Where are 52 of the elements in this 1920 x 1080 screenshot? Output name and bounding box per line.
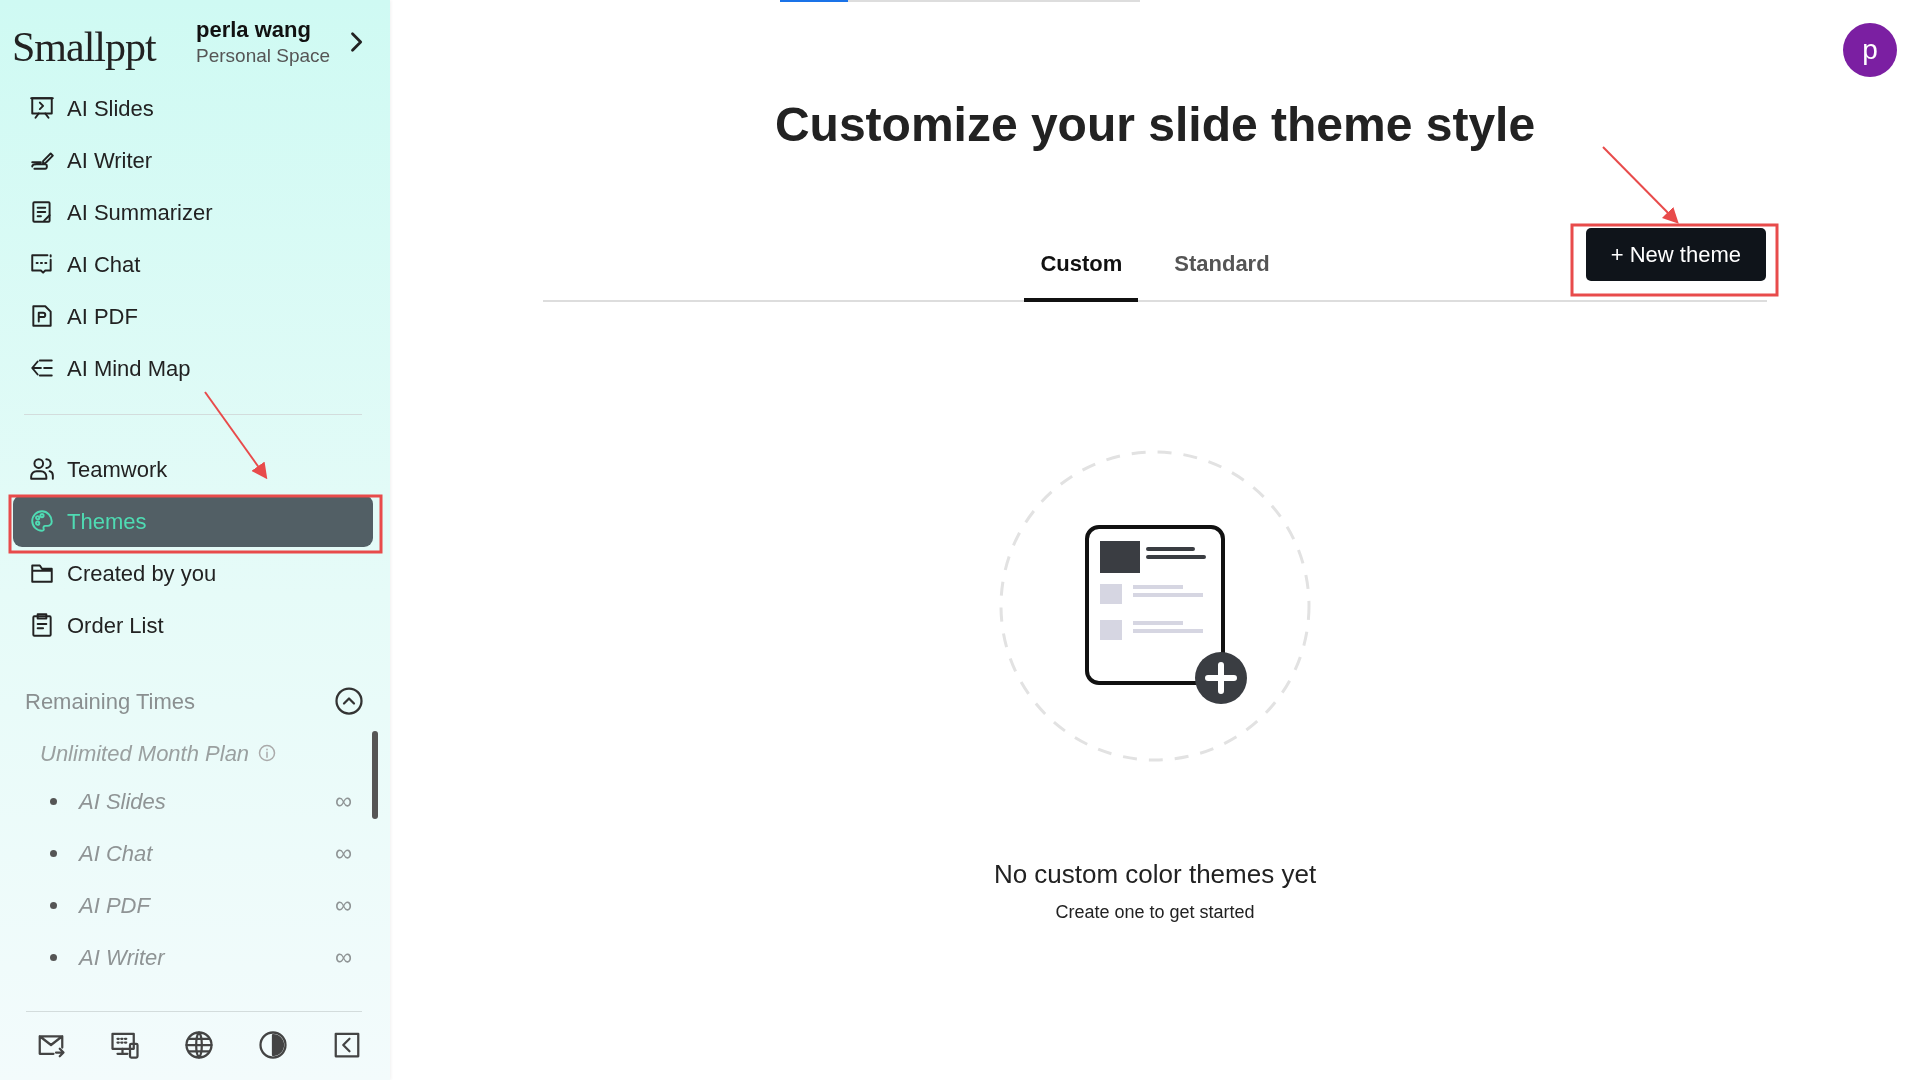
- bullet-icon: [50, 849, 57, 857]
- nav-item[interactable]: AI Chat: [13, 238, 373, 290]
- scrollbar-thumb[interactable]: [372, 731, 378, 819]
- empty-state-text: Create one to get started: [1055, 900, 1255, 924]
- nav-item[interactable]: Created by you: [13, 547, 373, 599]
- nav-item[interactable]: Themes: [13, 495, 373, 547]
- usage-label: AI Slides: [79, 787, 167, 816]
- user-name: perla wang: [196, 16, 312, 44]
- section-title: Remaining Times: [25, 687, 195, 716]
- bullet-icon: [50, 901, 57, 909]
- logo[interactable]: Smallppt: [10, 22, 196, 73]
- people-icon: [29, 456, 55, 482]
- collapse-icon: [332, 1030, 362, 1060]
- plan-name: Unlimited Month Plan: [40, 739, 250, 768]
- nav-item[interactable]: AI Writer: [13, 134, 373, 186]
- nav-item[interactable]: Order List: [13, 599, 373, 651]
- page-title: Customize your slide theme style: [773, 97, 1537, 153]
- usage-label: AI Writer: [79, 943, 167, 972]
- bullet-icon: [50, 953, 57, 961]
- usage-label: AI PDF: [79, 891, 152, 920]
- usage-value: ∞: [334, 838, 352, 868]
- tab[interactable]: Custom: [1024, 234, 1139, 302]
- toolbar-button[interactable]: [110, 1030, 140, 1060]
- usage-value: ∞: [334, 786, 352, 816]
- pdf-file-icon: [29, 303, 55, 329]
- chat-icon: [29, 251, 55, 277]
- avatar[interactable]: p: [1843, 23, 1897, 77]
- globe-icon: [184, 1030, 214, 1060]
- nav-item[interactable]: AI Slides: [13, 82, 373, 134]
- tab[interactable]: Standard: [1158, 234, 1286, 302]
- nav-item[interactable]: AI Mind Map: [13, 342, 373, 394]
- toolbar-button[interactable]: [184, 1030, 214, 1060]
- clipboard-icon: [29, 612, 55, 638]
- palette-icon: [29, 508, 55, 534]
- toolbar-button[interactable]: [258, 1030, 288, 1060]
- usage-label: AI Chat: [79, 839, 154, 868]
- usage-value: ∞: [334, 890, 352, 920]
- nav-item[interactable]: AI Summarizer: [13, 186, 373, 238]
- devices-icon: [110, 1030, 140, 1060]
- presentation-icon: [29, 95, 55, 121]
- empty-state-title: No custom color themes yet: [993, 857, 1317, 891]
- chevron-up-icon: [334, 686, 364, 716]
- nav-item[interactable]: Teamwork: [13, 443, 373, 495]
- nav-item[interactable]: AI PDF: [13, 290, 373, 342]
- contrast-icon: [258, 1030, 288, 1060]
- info-icon: [257, 743, 278, 763]
- workspace-label: Personal Space: [196, 44, 331, 68]
- usage-value: ∞: [334, 942, 352, 972]
- new-theme-button[interactable]: + New theme: [1585, 227, 1766, 281]
- collapse-toggle[interactable]: [334, 686, 364, 716]
- toolbar-button[interactable]: [332, 1030, 362, 1060]
- bullet-icon: [50, 797, 57, 805]
